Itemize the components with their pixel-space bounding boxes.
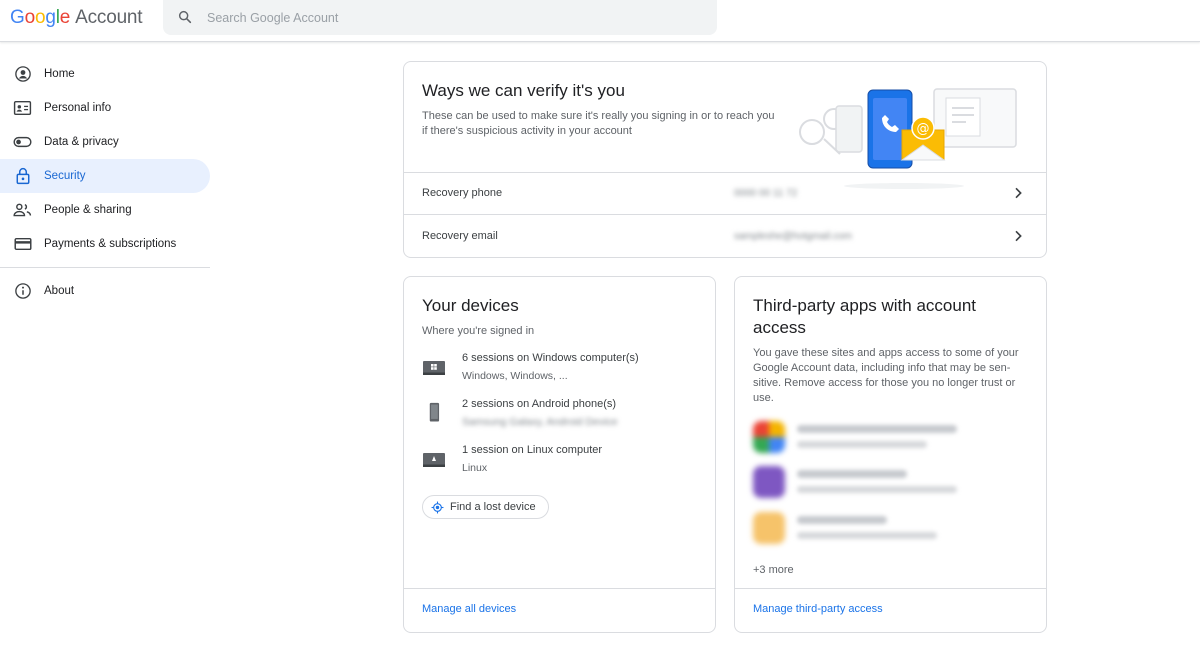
chevron-right-icon — [1015, 230, 1022, 242]
device-subtitle: Windows, Windows, ... — [462, 370, 568, 382]
app-url-redacted — [797, 532, 937, 539]
sidebar-item-label: Personal info — [44, 102, 112, 114]
app-name-redacted — [797, 470, 907, 478]
card-subtitle: Where you're signed in — [422, 325, 535, 337]
app-name-redacted — [797, 516, 887, 524]
third-party-app-item[interactable] — [753, 512, 1033, 552]
device-item-windows[interactable]: 6 sessions on Windows computer(s) Window… — [422, 352, 702, 392]
chevron-right-icon — [1015, 187, 1022, 199]
sidebar-item-home[interactable]: Home — [0, 57, 210, 91]
id-card-icon — [13, 99, 32, 118]
manage-all-devices-link[interactable]: Manage all devices — [422, 603, 516, 615]
manage-third-party-access-link[interactable]: Manage third-party access — [753, 603, 883, 615]
top-bar: Google Account — [0, 0, 1200, 42]
device-title: 1 session on Linux computer — [462, 444, 603, 456]
sidebar-nav: Home Personal info Data & privacy Securi… — [0, 57, 210, 308]
sidebar-item-label: Home — [44, 68, 75, 80]
recovery-email-value: sampleshe@hotgmail.com — [734, 230, 852, 242]
linux-laptop-icon — [423, 453, 445, 467]
sidebar-item-payments[interactable]: Payments & subscriptions — [0, 227, 210, 261]
logo-letter: g — [45, 7, 56, 28]
sidebar-item-data-privacy[interactable]: Data & privacy — [0, 125, 210, 159]
device-subtitle: Linux — [462, 462, 488, 474]
sidebar-item-security[interactable]: Security — [0, 159, 210, 193]
logo-letter: G — [10, 7, 25, 28]
app-icon — [753, 466, 785, 498]
logo-letter: o — [24, 7, 36, 28]
toggle-icon — [13, 133, 32, 152]
find-lost-device-button[interactable]: Find a lost device — [422, 495, 549, 519]
credit-card-icon — [13, 235, 32, 254]
sidebar-item-personal-info[interactable]: Personal info — [0, 91, 210, 125]
card-title: Ways we can verify it's you — [422, 81, 625, 100]
logo-suffix: Account — [75, 7, 143, 28]
app-icon — [753, 512, 785, 544]
sidebar-item-about[interactable]: About — [0, 274, 210, 308]
sidebar-divider — [0, 267, 210, 268]
lock-icon — [13, 167, 32, 186]
app-name-redacted — [797, 425, 957, 433]
sidebar-item-people-sharing[interactable]: People & sharing — [0, 193, 210, 227]
app-icon — [753, 421, 785, 453]
third-party-apps-card: Third-party apps with account access You… — [734, 276, 1047, 633]
sidebar-item-label: Payments & subscriptions — [44, 238, 177, 250]
home-icon — [13, 65, 32, 84]
recovery-email-row[interactable]: Recovery email sampleshe@hotgmail.com — [404, 215, 1046, 257]
device-subtitle: Samsung Galaxy, Android Device — [462, 416, 618, 428]
locate-icon — [431, 501, 444, 513]
card-footer: Manage third-party access — [735, 588, 1046, 632]
card-title: Your devices — [422, 296, 519, 315]
app-url-redacted — [797, 486, 957, 493]
device-item-linux[interactable]: 1 session on Linux computer Linux — [422, 444, 702, 484]
google-account-logo[interactable]: Google Account — [10, 7, 143, 29]
device-title: 6 sessions on Windows computer(s) — [462, 352, 639, 364]
recovery-phone-value: 0000 00 11 72 — [734, 187, 798, 199]
info-icon — [13, 282, 32, 301]
card-title: Third-party apps with account access — [753, 296, 976, 337]
sidebar-item-label: About — [44, 285, 75, 297]
recovery-phone-row[interactable]: Recovery phone 0000 00 11 72 — [404, 172, 1046, 214]
verify-identity-card: Ways we can verify it's you These can be… — [403, 61, 1047, 258]
device-item-android[interactable]: 2 sessions on Android phone(s) Samsung G… — [422, 398, 702, 438]
button-label: Find a lost device — [450, 501, 536, 513]
search-icon[interactable] — [177, 9, 193, 25]
search-input[interactable] — [207, 7, 697, 29]
logo-letter: o — [34, 7, 46, 28]
sidebar-item-label: People & sharing — [44, 204, 132, 216]
app-url-redacted — [797, 441, 927, 448]
search-box[interactable] — [163, 0, 717, 35]
your-devices-card: Your devices Where you're signed in 6 se… — [403, 276, 716, 633]
sidebar-item-label: Security — [44, 170, 86, 182]
sidebar-item-label: Data & privacy — [44, 136, 119, 148]
row-label: Recovery phone — [422, 187, 503, 199]
people-icon — [13, 201, 32, 220]
row-label: Recovery email — [422, 230, 498, 242]
more-apps-count: +3 more — [753, 564, 794, 576]
svg-text:@: @ — [917, 122, 930, 137]
card-footer: Manage all devices — [404, 588, 715, 632]
windows-laptop-icon — [423, 361, 445, 375]
card-description: These can be used to make sure it's real… — [422, 110, 775, 137]
device-title: 2 sessions on Android phone(s) — [462, 398, 617, 410]
third-party-app-item[interactable] — [753, 466, 1033, 506]
third-party-app-item[interactable] — [753, 421, 1033, 461]
card-description: You gave these sites and apps access to … — [753, 347, 1019, 404]
android-phone-icon — [429, 402, 440, 422]
logo-letter: e — [59, 7, 71, 28]
